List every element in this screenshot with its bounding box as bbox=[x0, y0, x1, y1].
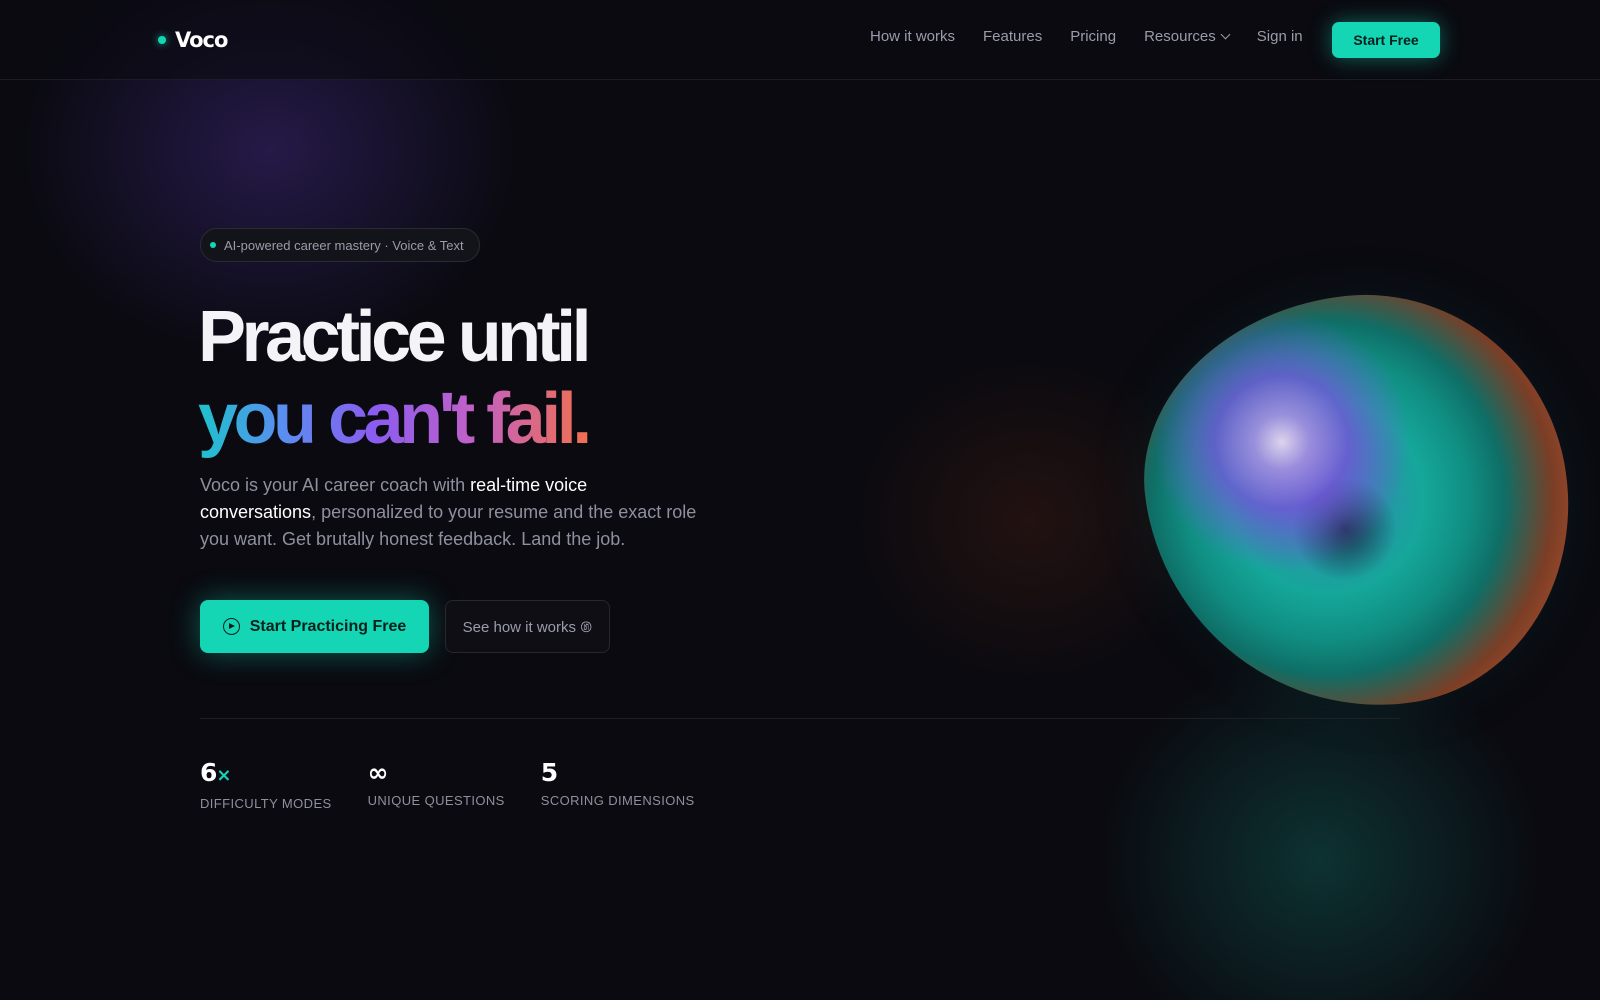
logo-dot-icon bbox=[158, 36, 166, 44]
nav-links: How it works Features Pricing Resources … bbox=[870, 28, 1331, 45]
start-practicing-button[interactable]: Start Practicing Free bbox=[200, 600, 429, 653]
stat-number: 5 bbox=[540, 758, 558, 787]
hero-description: Voco is your AI career coach with real-t… bbox=[200, 472, 700, 553]
stat-value: ∞ bbox=[368, 758, 505, 788]
chevron-down-icon bbox=[1220, 29, 1231, 40]
nav-resources-dropdown[interactable]: Resources bbox=[1144, 28, 1231, 45]
landing-page: Voco How it works Features Pricing Resou… bbox=[0, 0, 1600, 1000]
top-navigation: Voco How it works Features Pricing Resou… bbox=[0, 0, 1600, 80]
logo-text: Voco bbox=[175, 28, 228, 52]
headline-line-2-gradient: you can't fail. bbox=[198, 379, 592, 459]
stat-difficulty-modes: 6× Difficulty Modes bbox=[200, 758, 332, 811]
stat-accent: × bbox=[216, 765, 231, 786]
stat-number: 6 bbox=[200, 758, 217, 787]
stat-number: ∞ bbox=[367, 758, 389, 787]
hero-orb-graphic bbox=[1121, 268, 1595, 736]
stat-label: Scoring Dimensions bbox=[540, 793, 695, 808]
stat-scoring-dimensions: 5 Scoring Dimensions bbox=[541, 758, 695, 811]
nav-link-features[interactable]: Features bbox=[983, 28, 1042, 45]
stat-label: Unique Questions bbox=[367, 793, 505, 808]
stat-unique-questions: ∞ Unique Questions bbox=[368, 758, 505, 811]
stats-divider bbox=[200, 718, 1400, 719]
hero-badge-text: AI-powered career mastery · Voice & Text bbox=[224, 237, 464, 253]
see-how-it-works-button[interactable]: See how it works 𞅏 bbox=[445, 600, 610, 653]
stat-value: 5 bbox=[541, 758, 695, 788]
stat-value: 6× bbox=[200, 758, 332, 791]
stats-row: 6× Difficulty Modes ∞ Unique Questions 5… bbox=[200, 758, 731, 811]
badge-dot-icon bbox=[210, 242, 216, 248]
nav-link-pricing[interactable]: Pricing bbox=[1070, 28, 1116, 45]
logo[interactable]: Voco bbox=[158, 24, 228, 56]
play-circle-icon bbox=[222, 618, 240, 635]
start-free-button[interactable]: Start Free bbox=[1332, 22, 1440, 58]
stat-label: Difficulty Modes bbox=[200, 796, 332, 811]
hero-headline: Practice until you can't fail. bbox=[198, 296, 592, 460]
nav-resources-label: Resources bbox=[1144, 28, 1216, 45]
description-text-1: Voco is your AI career coach with bbox=[200, 475, 471, 495]
headline-line-1: Practice until bbox=[198, 297, 592, 377]
nav-link-how-it-works[interactable]: How it works bbox=[870, 28, 955, 45]
start-practicing-label: Start Practicing Free bbox=[249, 617, 407, 635]
nav-signin-link[interactable]: Sign in bbox=[1257, 28, 1303, 45]
hero-badge: AI-powered career mastery · Voice & Text bbox=[200, 228, 480, 262]
